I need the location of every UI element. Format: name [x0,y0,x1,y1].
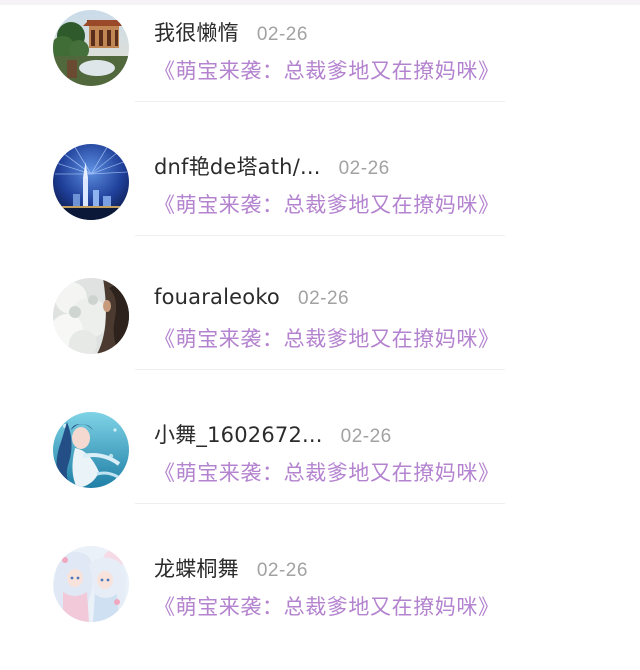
divider [135,503,505,504]
comment-row[interactable]: 我很懒惰 02-26 《萌宝来袭：总裁爹地又在撩妈咪》 [0,0,640,134]
divider [135,369,505,370]
username[interactable]: 小舞_1602672... [154,419,323,449]
username[interactable]: fouaraleoko [154,285,280,309]
avatar[interactable] [53,412,129,488]
divider [135,235,505,236]
comment-date: 02-26 [256,560,308,581]
anime-girl-underwater-icon [53,412,129,488]
book-title-link[interactable]: 《萌宝来袭：总裁爹地又在撩妈咪》 [154,591,500,621]
book-title-link[interactable]: 《萌宝来袭：总裁爹地又在撩妈咪》 [154,323,500,353]
username[interactable]: 龙蝶桐舞 [154,553,239,583]
avatar[interactable] [53,144,129,220]
divider [135,101,505,102]
book-title-link[interactable]: 《萌宝来袭：总裁爹地又在撩妈咪》 [154,55,500,85]
comment-meta: 小舞_1602672... 02-26 [154,419,392,449]
comment-row[interactable]: 小舞_1602672... 02-26 《萌宝来袭：总裁爹地又在撩妈咪》 [0,402,640,536]
avatar[interactable] [53,546,129,622]
comment-date: 02-26 [340,426,392,447]
starry-night-city-tower-icon [53,144,129,220]
comment-date: 02-26 [338,158,390,179]
comment-meta: dnf艳de塔ath/... 02-26 [154,151,390,181]
chinese-pavilion-landscape-icon [53,10,129,86]
username[interactable]: dnf艳de塔ath/... [154,151,321,181]
comment-row[interactable]: 龙蝶桐舞 02-26 《萌宝来袭：总裁爹地又在撩妈咪》 [0,536,640,670]
comment-date: 02-26 [256,24,308,45]
username[interactable]: 我很懒惰 [154,17,239,47]
comment-meta: 龙蝶桐舞 02-26 [154,553,308,583]
white-flowers-figure-icon [53,278,129,354]
comment-meta: fouaraleoko 02-26 [154,285,349,310]
book-title-link[interactable]: 《萌宝来袭：总裁爹地又在撩妈咪》 [154,189,500,219]
book-title-link[interactable]: 《萌宝来袭：总裁爹地又在撩妈咪》 [154,457,500,487]
comment-meta: 我很懒惰 02-26 [154,17,308,47]
comment-date: 02-26 [298,288,350,309]
anime-girls-white-hair-icon [53,546,129,622]
avatar[interactable] [53,10,129,86]
comment-row[interactable]: fouaraleoko 02-26 《萌宝来袭：总裁爹地又在撩妈咪》 [0,268,640,402]
comment-row[interactable]: dnf艳de塔ath/... 02-26 《萌宝来袭：总裁爹地又在撩妈咪》 [0,134,640,268]
avatar[interactable] [53,278,129,354]
